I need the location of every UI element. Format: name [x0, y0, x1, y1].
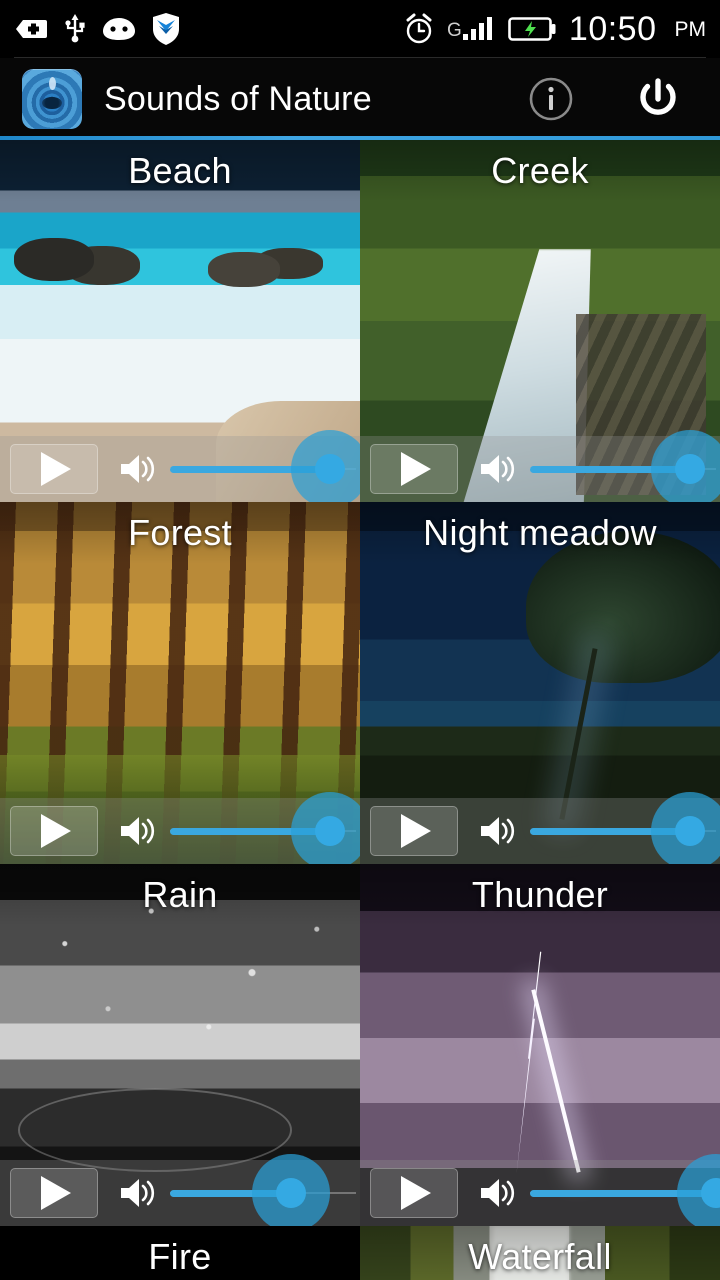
- volume-slider[interactable]: [170, 792, 360, 864]
- volume-slider[interactable]: [530, 430, 720, 502]
- play-icon: [41, 1176, 71, 1210]
- sound-controls: [360, 430, 720, 502]
- status-bar-meridiem: PM: [674, 17, 707, 41]
- play-button[interactable]: [10, 444, 98, 494]
- sound-tile[interactable]: Forest: [0, 502, 360, 864]
- sound-title: Thunder: [360, 864, 720, 926]
- play-button[interactable]: [370, 806, 458, 856]
- sound-title: Creek: [360, 140, 720, 202]
- page-title: Sounds of Nature: [104, 79, 372, 118]
- volume-speaker-icon[interactable]: [478, 812, 522, 850]
- sound-grid: Beach Creek Forest Night meadow Rain Thunder F…: [0, 140, 720, 1280]
- sound-grid-row: Forest Night meadow: [0, 502, 720, 864]
- svg-text:G: G: [447, 20, 462, 41]
- sound-grid-row: Beach Creek: [0, 140, 720, 502]
- sound-tile[interactable]: Waterfall: [360, 1226, 720, 1280]
- volume-slider[interactable]: [530, 792, 720, 864]
- alarm-clock-icon: [406, 13, 432, 44]
- sound-controls: [360, 792, 720, 864]
- sound-title: Night meadow: [360, 502, 720, 564]
- sound-controls: [0, 792, 360, 864]
- battery-charging-icon: [508, 17, 556, 41]
- volume-speaker-icon[interactable]: [478, 450, 522, 488]
- sound-tile[interactable]: Creek: [360, 140, 720, 502]
- water-drop-ripple-icon: [22, 69, 82, 129]
- status-bar[interactable]: G 10:50 PM: [0, 0, 720, 58]
- sound-tile[interactable]: Rain: [0, 864, 360, 1226]
- status-bar-right-icons: G 10:50 PM: [404, 12, 706, 46]
- power-icon[interactable]: [632, 73, 684, 125]
- play-icon: [41, 814, 71, 848]
- volume-speaker-icon[interactable]: [118, 812, 162, 850]
- sound-controls: [0, 1154, 360, 1226]
- sound-title: Beach: [0, 140, 360, 202]
- sound-tile[interactable]: Beach: [0, 140, 360, 502]
- sound-controls: [0, 430, 360, 502]
- play-button[interactable]: [370, 1168, 458, 1218]
- sound-title: Fire: [0, 1226, 360, 1280]
- volume-slider[interactable]: [530, 1154, 720, 1226]
- play-button[interactable]: [10, 806, 98, 856]
- volume-thumb[interactable]: [314, 454, 345, 484]
- volume-speaker-icon[interactable]: [118, 450, 162, 488]
- status-bar-left-icons: [14, 12, 180, 46]
- header-actions: [528, 73, 698, 125]
- bookmark-plus-icon: [16, 20, 47, 38]
- volume-slider[interactable]: [170, 1154, 356, 1226]
- volume-thumb[interactable]: [674, 816, 705, 846]
- volume-thumb[interactable]: [275, 1178, 306, 1208]
- volume-speaker-icon[interactable]: [478, 1174, 522, 1212]
- play-icon: [401, 814, 431, 848]
- sound-grid-row: Rain Thunder: [0, 864, 720, 1226]
- sound-tile[interactable]: Night meadow: [360, 502, 720, 864]
- cellular-signal-icon: G: [447, 17, 492, 41]
- sound-tile[interactable]: Thunder: [360, 864, 720, 1226]
- volume-slider[interactable]: [170, 430, 360, 502]
- volume-thumb[interactable]: [314, 816, 345, 846]
- app-header: Sounds of Nature: [0, 58, 720, 140]
- sound-tile[interactable]: Fire: [0, 1226, 360, 1280]
- sound-title: Forest: [0, 502, 360, 564]
- play-icon: [401, 1176, 431, 1210]
- volume-speaker-icon[interactable]: [118, 1174, 162, 1212]
- play-button[interactable]: [370, 444, 458, 494]
- play-button[interactable]: [10, 1168, 98, 1218]
- sound-title: Waterfall: [360, 1226, 720, 1280]
- sound-grid-row: Fire Waterfall: [0, 1226, 720, 1280]
- sound-controls: [360, 1154, 720, 1226]
- android-head-icon: [103, 18, 135, 40]
- sound-title: Rain: [0, 864, 360, 926]
- usb-icon: [65, 14, 85, 43]
- shield-badge-icon: [153, 13, 179, 45]
- status-bar-clock: 10:50: [568, 10, 657, 48]
- play-icon: [41, 452, 71, 486]
- volume-thumb[interactable]: [674, 454, 705, 484]
- info-icon[interactable]: [528, 76, 574, 122]
- play-icon: [401, 452, 431, 486]
